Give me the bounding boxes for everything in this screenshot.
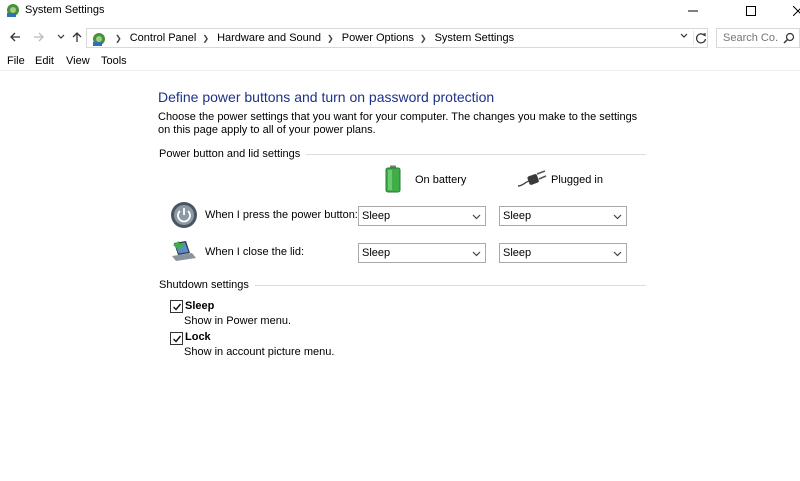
power-button-label: When I press the power button: <box>205 209 358 221</box>
menu-edit[interactable]: Edit <box>35 55 54 67</box>
search-icon <box>783 32 795 44</box>
chevron-down-icon <box>613 214 622 220</box>
up-arrow-icon <box>72 32 82 42</box>
forward-button[interactable] <box>32 30 46 44</box>
power-plug-icon <box>517 170 547 187</box>
on-battery-header: On battery <box>415 174 467 186</box>
selected-value: Sleep <box>503 210 532 222</box>
chevron-down-icon <box>680 33 688 38</box>
laptop-lid-icon <box>172 241 196 261</box>
title-bar: System Settings <box>0 0 800 21</box>
page-description: Choose the power settings that you want … <box>158 111 638 136</box>
breadcrumb-hardware-and-sound[interactable]: Hardware and Sound <box>217 32 321 44</box>
breadcrumb-control-panel[interactable]: Control Panel <box>130 32 197 44</box>
power-button-icon <box>171 202 197 228</box>
close-lid-label: When I close the lid: <box>205 246 305 258</box>
control-panel-icon <box>7 4 19 17</box>
menu-view[interactable]: View <box>66 55 90 67</box>
lock-checkbox-label[interactable]: Lock <box>185 331 211 343</box>
address-dropdown-button[interactable] <box>678 32 690 44</box>
selected-value: Sleep <box>503 247 532 259</box>
minimize-button[interactable] <box>670 0 716 21</box>
selected-value: Sleep <box>362 247 391 259</box>
menu-tools[interactable]: Tools <box>101 55 127 67</box>
chevron-right-icon[interactable]: ❯ <box>202 34 209 43</box>
back-button[interactable] <box>8 30 22 44</box>
maximize-button[interactable] <box>728 0 774 21</box>
page-title: Define power buttons and turn on passwor… <box>158 89 495 105</box>
breadcrumb-system-settings[interactable]: System Settings <box>435 32 514 44</box>
sleep-checkbox-label[interactable]: Sleep <box>185 300 214 312</box>
close-lid-plugged-in-select[interactable]: Sleep <box>499 243 627 263</box>
search-box[interactable] <box>716 28 800 48</box>
control-panel-icon <box>93 33 105 46</box>
window-title: System Settings <box>25 4 105 16</box>
refresh-icon <box>695 33 707 44</box>
chevron-right-icon[interactable]: ❯ <box>420 34 427 43</box>
lock-description: Show in account picture menu. <box>184 346 335 358</box>
address-bar[interactable]: ❯ Control Panel ❯ Hardware and Sound ❯ P… <box>86 28 708 48</box>
shutdown-group-label: Shutdown settings <box>159 279 255 291</box>
sleep-description: Show in Power menu. <box>184 315 291 327</box>
lock-checkbox[interactable] <box>170 332 183 345</box>
chevron-down-icon <box>472 251 481 257</box>
power-button-plugged-in-select[interactable]: Sleep <box>499 206 627 226</box>
up-button[interactable] <box>70 30 84 44</box>
battery-icon <box>385 165 401 193</box>
breadcrumb: ❯ Control Panel ❯ Hardware and Sound ❯ P… <box>109 32 514 44</box>
refresh-button[interactable] <box>693 31 707 45</box>
recent-locations-button[interactable] <box>54 30 68 44</box>
checkmark-icon <box>173 335 182 343</box>
back-arrow-icon <box>10 32 20 42</box>
search-input[interactable] <box>723 31 779 45</box>
close-lid-on-battery-select[interactable]: Sleep <box>358 243 486 263</box>
close-icon <box>793 5 800 16</box>
chevron-down-icon <box>57 34 65 39</box>
chevron-down-icon <box>613 251 622 257</box>
sleep-checkbox[interactable] <box>170 300 183 313</box>
maximize-icon <box>746 5 756 16</box>
breadcrumb-power-options[interactable]: Power Options <box>342 32 414 44</box>
plugged-in-header: Plugged in <box>551 174 603 186</box>
menu-bar: File Edit View Tools <box>0 53 800 71</box>
chevron-right-icon[interactable]: ❯ <box>327 34 334 43</box>
menu-file[interactable]: File <box>7 55 25 67</box>
power-group-label: Power button and lid settings <box>159 148 307 160</box>
chevron-down-icon <box>472 214 481 220</box>
minimize-icon <box>688 10 698 11</box>
forward-arrow-icon <box>34 32 44 42</box>
checkmark-icon <box>173 303 182 311</box>
chevron-right-icon: ❯ <box>115 33 122 43</box>
close-button[interactable] <box>775 0 800 21</box>
navigation-bar: ❯ Control Panel ❯ Hardware and Sound ❯ P… <box>0 26 800 50</box>
selected-value: Sleep <box>362 210 391 222</box>
power-button-on-battery-select[interactable]: Sleep <box>358 206 486 226</box>
